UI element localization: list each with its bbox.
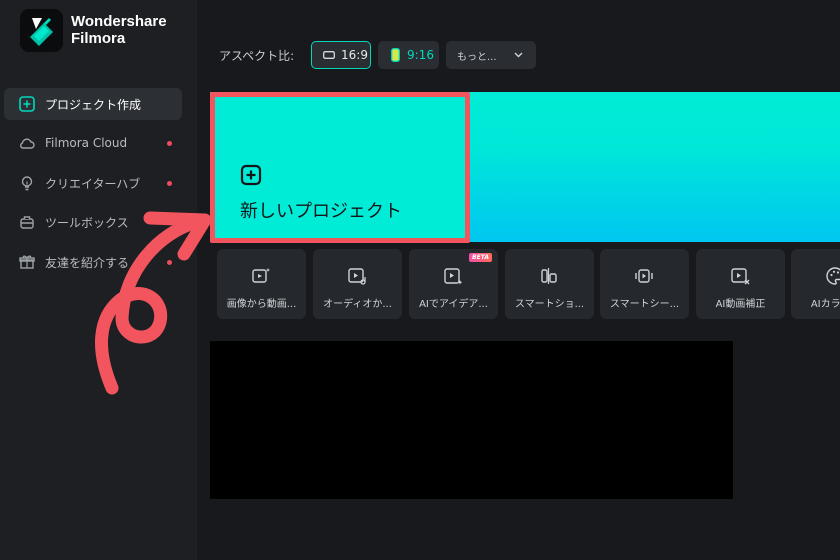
tool-label: スマートショ... — [514, 299, 585, 310]
sidebar-item-label: ツールボックス — [45, 215, 129, 230]
sidebar-item-creator-hub[interactable]: クリエイターハブ — [4, 167, 182, 199]
sidebar-item-label: Filmora Cloud — [45, 136, 128, 150]
gift-icon — [19, 255, 35, 269]
ai-color-icon — [826, 267, 840, 285]
tool-label: 画像から動画... — [226, 299, 297, 310]
sidebar-item-label: クリエイターハブ — [45, 176, 141, 191]
filmora-logo — [20, 9, 63, 52]
portrait-icon — [391, 48, 400, 62]
tool-ai-color[interactable]: AIカラー... — [791, 249, 840, 319]
sidebar-item-label: プロジェクト作成 — [45, 97, 142, 112]
tool-label: オーディオか... — [323, 299, 392, 310]
aspect-16-9-button[interactable]: 16:9 — [311, 41, 371, 69]
highlight-frame — [210, 92, 470, 243]
chevron-down-icon — [514, 52, 523, 58]
sidebar-item-label: 友達を紹介する — [45, 255, 130, 270]
tool-smart-short[interactable]: スマートショ... — [505, 249, 594, 319]
notification-dot — [167, 260, 172, 265]
sidebar-item-create-project[interactable]: プロジェクト作成 — [4, 88, 182, 120]
sidebar-item-refer-friend[interactable]: 友達を紹介する — [4, 246, 182, 278]
tool-label: AIカラー... — [810, 299, 840, 310]
tool-audio-to-video[interactable]: オーディオか... — [313, 249, 402, 319]
plus-square-icon — [19, 96, 35, 112]
notification-dot — [167, 181, 172, 186]
more-aspect-label: もっと... — [457, 51, 497, 63]
aspect-ratio-label: アスペクト比: — [219, 49, 295, 63]
notification-dot — [167, 141, 172, 146]
sidebar-item-toolbox[interactable]: ツールボックス — [4, 206, 182, 238]
tool-label: スマートシー... — [609, 299, 680, 310]
tool-image-to-video[interactable]: 画像から動画... — [217, 249, 306, 319]
sidebar: Wondershare Filmora プロジェクト作成 Filmora Clo… — [0, 0, 197, 560]
landscape-icon — [323, 51, 335, 59]
recent-projects-panel — [210, 341, 733, 499]
tool-smart-scene[interactable]: スマートシー... — [600, 249, 689, 319]
ai-idea-icon — [444, 268, 463, 285]
lightbulb-icon — [21, 176, 33, 191]
cloud-icon — [20, 138, 35, 149]
ai-enhance-icon — [731, 268, 750, 285]
smart-short-icon — [541, 268, 557, 284]
tool-label: AIでアイデア... — [419, 299, 488, 310]
smart-scene-icon — [635, 269, 653, 283]
aspect-16-9-label: 16:9 — [341, 48, 368, 62]
image-to-video-icon — [252, 268, 270, 283]
beta-badge: BETA — [469, 253, 492, 262]
tool-label: AI動画補正 — [715, 299, 766, 310]
audio-to-video-icon — [348, 268, 366, 285]
sidebar-item-filmora-cloud[interactable]: Filmora Cloud — [4, 127, 182, 159]
aspect-9-16-label: 9:16 — [407, 48, 434, 62]
tool-ai-video-enhance[interactable]: AI動画補正 — [696, 249, 785, 319]
logo-text: Wondershare Filmora — [71, 13, 167, 47]
more-aspect-dropdown[interactable]: もっと... — [446, 41, 536, 69]
aspect-9-16-button[interactable]: 9:16 — [378, 41, 439, 69]
toolbox-icon — [20, 216, 34, 229]
